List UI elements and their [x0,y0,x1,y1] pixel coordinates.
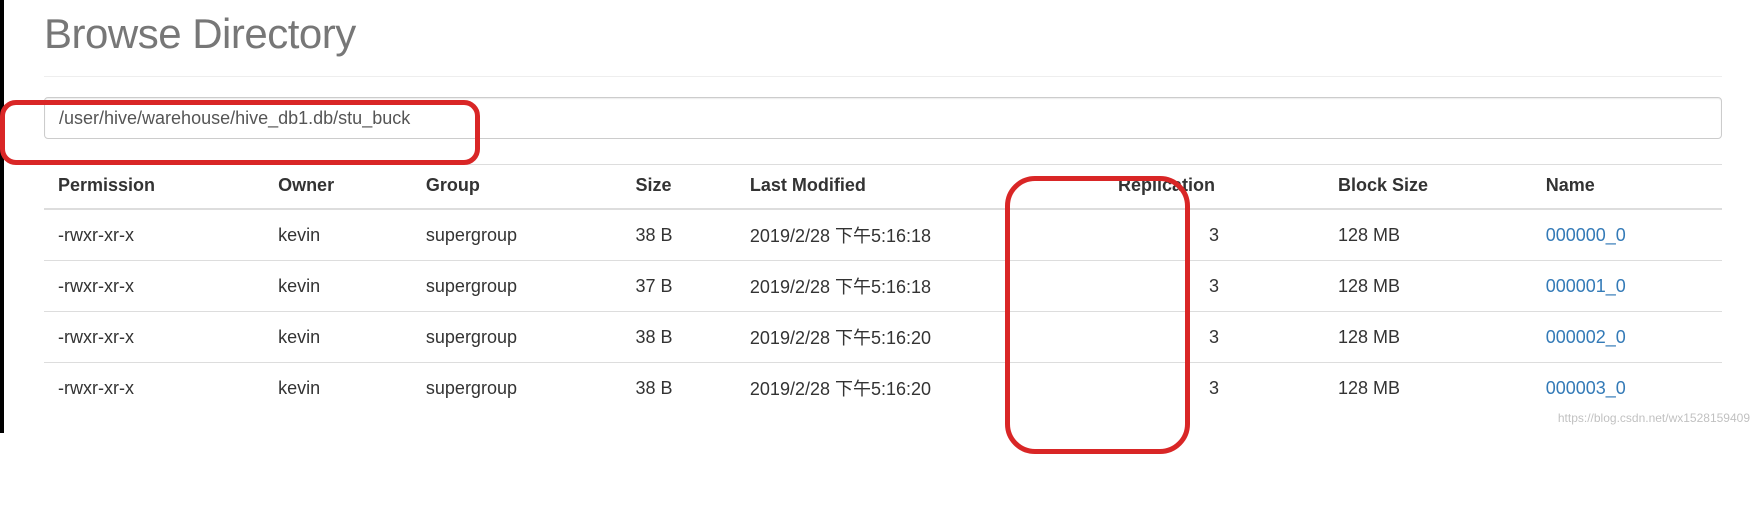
table-row: -rwxr-xr-xkevinsupergroup37 B2019/2/28 下… [44,261,1722,312]
cell-block-size: 128 MB [1324,261,1532,312]
col-header-permission[interactable]: Permission [44,165,264,210]
col-header-owner[interactable]: Owner [264,165,412,210]
path-bar [44,97,1722,139]
page-title: Browse Directory [44,10,1722,77]
file-table: Permission Owner Group Size Last Modifie… [44,164,1722,413]
cell-size: 37 B [621,261,735,312]
col-header-group[interactable]: Group [412,165,622,210]
cell-owner: kevin [264,261,412,312]
col-header-replication[interactable]: Replication [1104,165,1324,210]
cell-last-modified: 2019/2/28 下午5:16:20 [736,363,1104,414]
cell-last-modified: 2019/2/28 下午5:16:20 [736,312,1104,363]
cell-last-modified: 2019/2/28 下午5:16:18 [736,261,1104,312]
col-header-last-modified[interactable]: Last Modified [736,165,1104,210]
path-input[interactable] [44,97,1722,139]
cell-replication: 3 [1104,261,1324,312]
cell-block-size: 128 MB [1324,209,1532,261]
cell-permission: -rwxr-xr-x [44,261,264,312]
cell-replication: 3 [1104,209,1324,261]
cell-name: 000001_0 [1532,261,1722,312]
cell-group: supergroup [412,312,622,363]
col-header-size[interactable]: Size [621,165,735,210]
col-header-name[interactable]: Name [1532,165,1722,210]
cell-size: 38 B [621,363,735,414]
table-header-row: Permission Owner Group Size Last Modifie… [44,165,1722,210]
cell-block-size: 128 MB [1324,363,1532,414]
cell-owner: kevin [264,312,412,363]
cell-block-size: 128 MB [1324,312,1532,363]
cell-name: 000002_0 [1532,312,1722,363]
cell-permission: -rwxr-xr-x [44,312,264,363]
cell-group: supergroup [412,363,622,414]
cell-permission: -rwxr-xr-x [44,209,264,261]
col-header-block-size[interactable]: Block Size [1324,165,1532,210]
cell-group: supergroup [412,261,622,312]
file-link[interactable]: 000003_0 [1546,378,1626,398]
cell-owner: kevin [264,209,412,261]
table-row: -rwxr-xr-xkevinsupergroup38 B2019/2/28 下… [44,363,1722,414]
file-link[interactable]: 000002_0 [1546,327,1626,347]
cell-size: 38 B [621,312,735,363]
file-link[interactable]: 000000_0 [1546,225,1626,245]
cell-owner: kevin [264,363,412,414]
cell-replication: 3 [1104,363,1324,414]
table-row: -rwxr-xr-xkevinsupergroup38 B2019/2/28 下… [44,312,1722,363]
cell-replication: 3 [1104,312,1324,363]
cell-size: 38 B [621,209,735,261]
cell-last-modified: 2019/2/28 下午5:16:18 [736,209,1104,261]
file-link[interactable]: 000001_0 [1546,276,1626,296]
table-row: -rwxr-xr-xkevinsupergroup38 B2019/2/28 下… [44,209,1722,261]
cell-group: supergroup [412,209,622,261]
cell-name: 000000_0 [1532,209,1722,261]
cell-name: 000003_0 [1532,363,1722,414]
cell-permission: -rwxr-xr-x [44,363,264,414]
